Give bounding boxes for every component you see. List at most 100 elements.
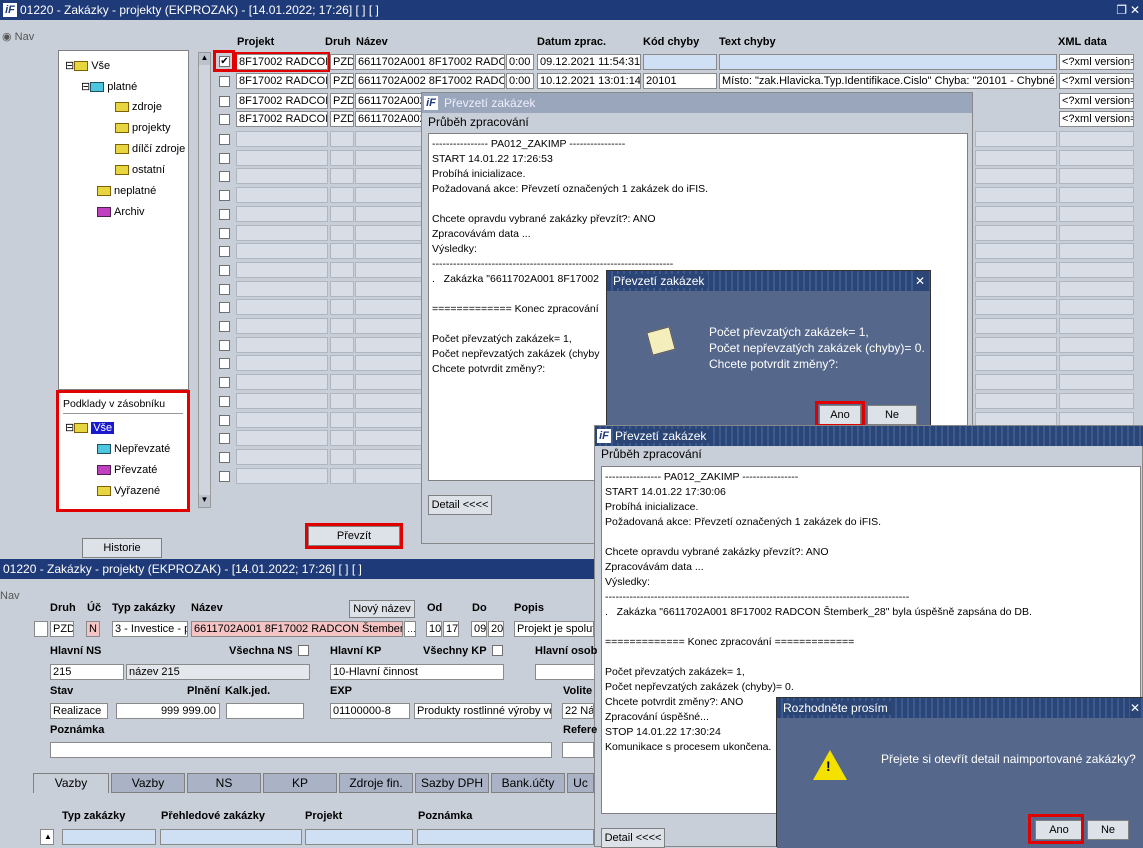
cell-time[interactable]: 0:00 [506,54,534,70]
kp-field[interactable]: 10-Hlavní činnost [330,664,504,680]
cell-xml[interactable]: <?xml version= [1059,73,1134,89]
cell-text[interactable]: Místo: "zak.Hlavicka.Typ.Identifikace.Ci… [719,73,1057,89]
grid-cell[interactable] [236,299,328,316]
do-month[interactable]: 20 [488,621,504,637]
grid-cell[interactable] [975,261,1057,278]
subgrid-cell[interactable] [417,829,594,845]
tab-vazby-active[interactable]: Vazby [33,773,109,793]
exp-field[interactable]: 01100000-8 [330,703,410,719]
grid-cell[interactable] [330,318,354,334]
row-checkbox[interactable] [219,246,230,258]
grid-cell[interactable] [330,168,354,185]
grid-scrollbar[interactable]: ▲ ▼ [198,52,211,508]
grid-cell[interactable] [1059,168,1134,185]
cell-kod[interactable]: 20101 [643,73,717,89]
grid-cell[interactable] [975,224,1057,241]
row-checkbox[interactable] [219,208,230,220]
scroll-down-icon[interactable]: ▼ [199,495,210,507]
grid-cell[interactable] [236,261,328,278]
do-day[interactable]: 09 [471,621,487,637]
grid-cell[interactable] [1059,336,1134,353]
scroll-up-icon[interactable]: ▲ [199,53,210,65]
grid-cell[interactable] [330,392,354,409]
od-month[interactable]: 17 [443,621,459,637]
tree-item-zdroje[interactable]: zdroje [115,101,162,113]
cell-nazev[interactable]: 6611702A002 [355,93,425,109]
grid-cell[interactable] [236,430,328,447]
row-checkbox[interactable] [219,414,230,426]
cell-projekt[interactable]: 8F17002 RADCON [236,73,328,89]
cell-druh[interactable]: PZD [330,93,354,109]
col-header-text[interactable]: Text chyby [719,36,776,48]
grid-cell[interactable] [330,467,354,484]
row-checkbox[interactable] [219,433,230,445]
col-header-nazev[interactable]: Název [356,36,388,48]
grid-cell[interactable] [1059,280,1134,297]
subgrid-cell[interactable] [160,829,302,845]
col-header-kod[interactable]: Kód chyby [643,36,699,48]
row-checkbox[interactable] [219,227,230,239]
cell-xml[interactable]: <?xml version= [1059,54,1134,70]
grid-cell[interactable] [236,467,328,484]
grid-cell[interactable] [330,131,354,147]
grid-cell[interactable] [236,374,328,391]
subgrid-header-poznamka[interactable]: Poznámka [418,810,472,822]
grid-cell[interactable] [330,243,354,260]
volite-field[interactable]: 22 Nál [562,703,594,719]
refere-field[interactable] [562,742,594,758]
col-header-projekt[interactable]: Projekt [237,36,274,48]
grid-cell[interactable] [330,205,354,222]
grid-cell[interactable] [330,280,354,297]
cell-druh[interactable]: PZD [330,111,354,127]
grid-cell[interactable] [236,168,328,185]
row-checkbox[interactable] [219,134,230,145]
detail-button[interactable]: Detail <<<< [601,828,665,848]
grid-cell[interactable] [330,149,354,166]
cell-druh[interactable]: PZD [330,54,354,70]
grid-cell[interactable] [330,355,354,372]
row-checkbox[interactable] [219,339,230,351]
grid-cell[interactable] [1059,374,1134,391]
grid-cell[interactable] [1059,355,1134,372]
stav-field[interactable]: Realizace [50,703,108,719]
subgrid-header-prehledove[interactable]: Přehledové zakázky [161,810,265,822]
row-checkbox[interactable] [219,76,230,87]
grid-cell[interactable] [330,187,354,204]
form-nav[interactable]: Nav [0,590,20,602]
grid-cell[interactable] [236,131,328,147]
cell-druh[interactable]: PZD [330,73,354,89]
grid-cell[interactable] [975,336,1057,353]
cell-projekt[interactable]: 8F17002 RADCON [236,111,328,127]
grid-cell[interactable] [975,280,1057,297]
grid-cell[interactable] [1059,318,1134,334]
plneni-field[interactable]: 999 999.00 [116,703,220,719]
grid-cell[interactable] [236,205,328,222]
subgrid-cell[interactable] [305,829,413,845]
grid-cell[interactable] [1059,187,1134,204]
detail-button[interactable]: Detail <<<< [428,495,492,515]
row-checkbox[interactable] [219,114,230,125]
grid-cell[interactable] [1059,205,1134,222]
poznamka-field[interactable] [50,742,552,758]
tree-item-projekty[interactable]: projekty [115,122,171,134]
grid-cell[interactable] [975,374,1057,391]
tree-item-neplatne[interactable]: neplatné [97,185,156,197]
cell-xml[interactable]: <?xml version= [1059,93,1134,109]
tab-vazby[interactable]: Vazby [111,773,185,793]
tree-item-vse[interactable]: ⊟ Vše [65,59,110,72]
grid-cell[interactable] [330,411,354,428]
subgrid-cell[interactable] [62,829,156,845]
tab-kp[interactable]: KP [263,773,337,793]
cell-datum[interactable]: 10.12.2021 13:01:14 [537,73,641,89]
cell-text[interactable] [719,54,1057,70]
row-checkbox[interactable] [219,96,230,107]
subgrid-header-projekt[interactable]: Projekt [305,810,342,822]
close-icon[interactable]: ✕ [1130,0,1140,20]
grid-cell[interactable] [236,318,328,334]
novy-nazev-button[interactable]: Nový název [349,600,415,618]
tab-zdroje-fin[interactable]: Zdroje fin. [339,773,413,793]
grid-cell[interactable] [236,392,328,409]
row-checkbox[interactable] [219,377,230,389]
grid-cell[interactable] [236,187,328,204]
grid-cell[interactable] [236,355,328,372]
